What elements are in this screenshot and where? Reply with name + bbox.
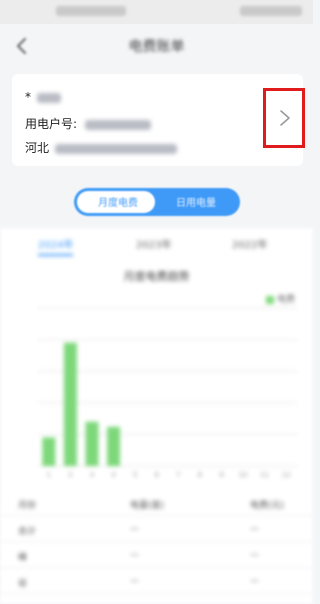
table-row: 合计 — — — [0, 516, 313, 542]
chart-bar — [107, 426, 121, 466]
x-tick-label: 2 — [68, 471, 72, 479]
monthly-bill-chart: 1 2 3 4 5 6 7 8 9 10 11 12 — [38, 307, 297, 479]
x-tick-label: 3 — [90, 471, 94, 479]
status-bar-right — [240, 6, 302, 16]
table-cell: — — [250, 550, 259, 560]
toggle-daily-label[interactable]: 日用电量 — [176, 194, 216, 209]
account-row: 用电户号: — [25, 115, 151, 132]
table-row: 月份 电量(度) 电费(元) — [0, 490, 313, 516]
chart-title: 月度电费趋势 — [123, 270, 190, 283]
chart-bar — [63, 342, 77, 466]
x-tick-label: 9 — [219, 471, 223, 479]
x-tick-label: 7 — [176, 471, 180, 479]
detail-highlight-box[interactable] — [263, 88, 305, 148]
table-cell: 电费(元) — [250, 501, 285, 511]
table-cell: 电量(度) — [130, 501, 165, 511]
x-tick-label: 8 — [198, 471, 202, 479]
table-cell: — — [130, 524, 139, 534]
status-bar — [0, 0, 313, 24]
toggle-monthly-label[interactable]: 月度电费 — [98, 194, 138, 209]
user-name-prefix: * — [25, 90, 31, 104]
account-number-mask — [84, 119, 151, 130]
bill-table: 月份 电量(度) 电费(元) 合计 — — 峰 — — 谷 — — — [0, 490, 313, 594]
x-tick-label: 4 — [111, 471, 116, 479]
user-name-mask — [36, 92, 61, 103]
chevron-right-icon[interactable] — [278, 108, 292, 128]
year-tab-2[interactable]: 2023年 — [136, 236, 171, 251]
table-cell: 峰 — [18, 553, 28, 563]
table-row: 峰 — — — [0, 542, 313, 568]
table-cell: — — [130, 550, 139, 560]
page-title: 电费账单 — [128, 39, 185, 55]
table-cell: — — [250, 524, 259, 534]
table-cell: — — [250, 576, 259, 586]
x-tick-label: 12 — [282, 471, 291, 479]
table-cell: 合计 — [18, 527, 37, 537]
chart-bar — [42, 437, 56, 466]
address-mask — [54, 143, 177, 154]
address-prefix: 河北 — [25, 141, 50, 155]
user-name-row: * — [25, 90, 61, 104]
chart-bar — [85, 421, 99, 466]
x-tick-label: 11 — [260, 471, 269, 479]
x-tick-label: 5 — [133, 471, 137, 479]
bill-content: 2024年 2023年 2022年 月度电费趋势 电费 1 2 3 4 5 6 7 8 9 10 1… — [0, 228, 313, 604]
address-row: 河北 — [25, 139, 177, 156]
account-label: 用电户号: — [25, 117, 78, 131]
x-tick-label: 6 — [154, 471, 159, 479]
table-cell: 月份 — [18, 501, 37, 511]
status-bar-left — [56, 6, 126, 16]
nav-bar: 电费账单 — [0, 24, 313, 68]
year-tab-3[interactable]: 2022年 — [232, 236, 267, 251]
table-cell: — — [130, 576, 139, 586]
x-tick-label: 10 — [239, 471, 248, 479]
user-info-card[interactable]: * 用电户号: 河北 — [12, 74, 305, 166]
table-row: 谷 — — — [0, 568, 313, 594]
x-tick-label: 1 — [47, 471, 51, 479]
table-cell: 谷 — [18, 579, 28, 589]
view-toggle[interactable]: 月度电费 日用电量 — [74, 188, 240, 216]
year-tab-1[interactable]: 2024年 — [38, 236, 74, 256]
